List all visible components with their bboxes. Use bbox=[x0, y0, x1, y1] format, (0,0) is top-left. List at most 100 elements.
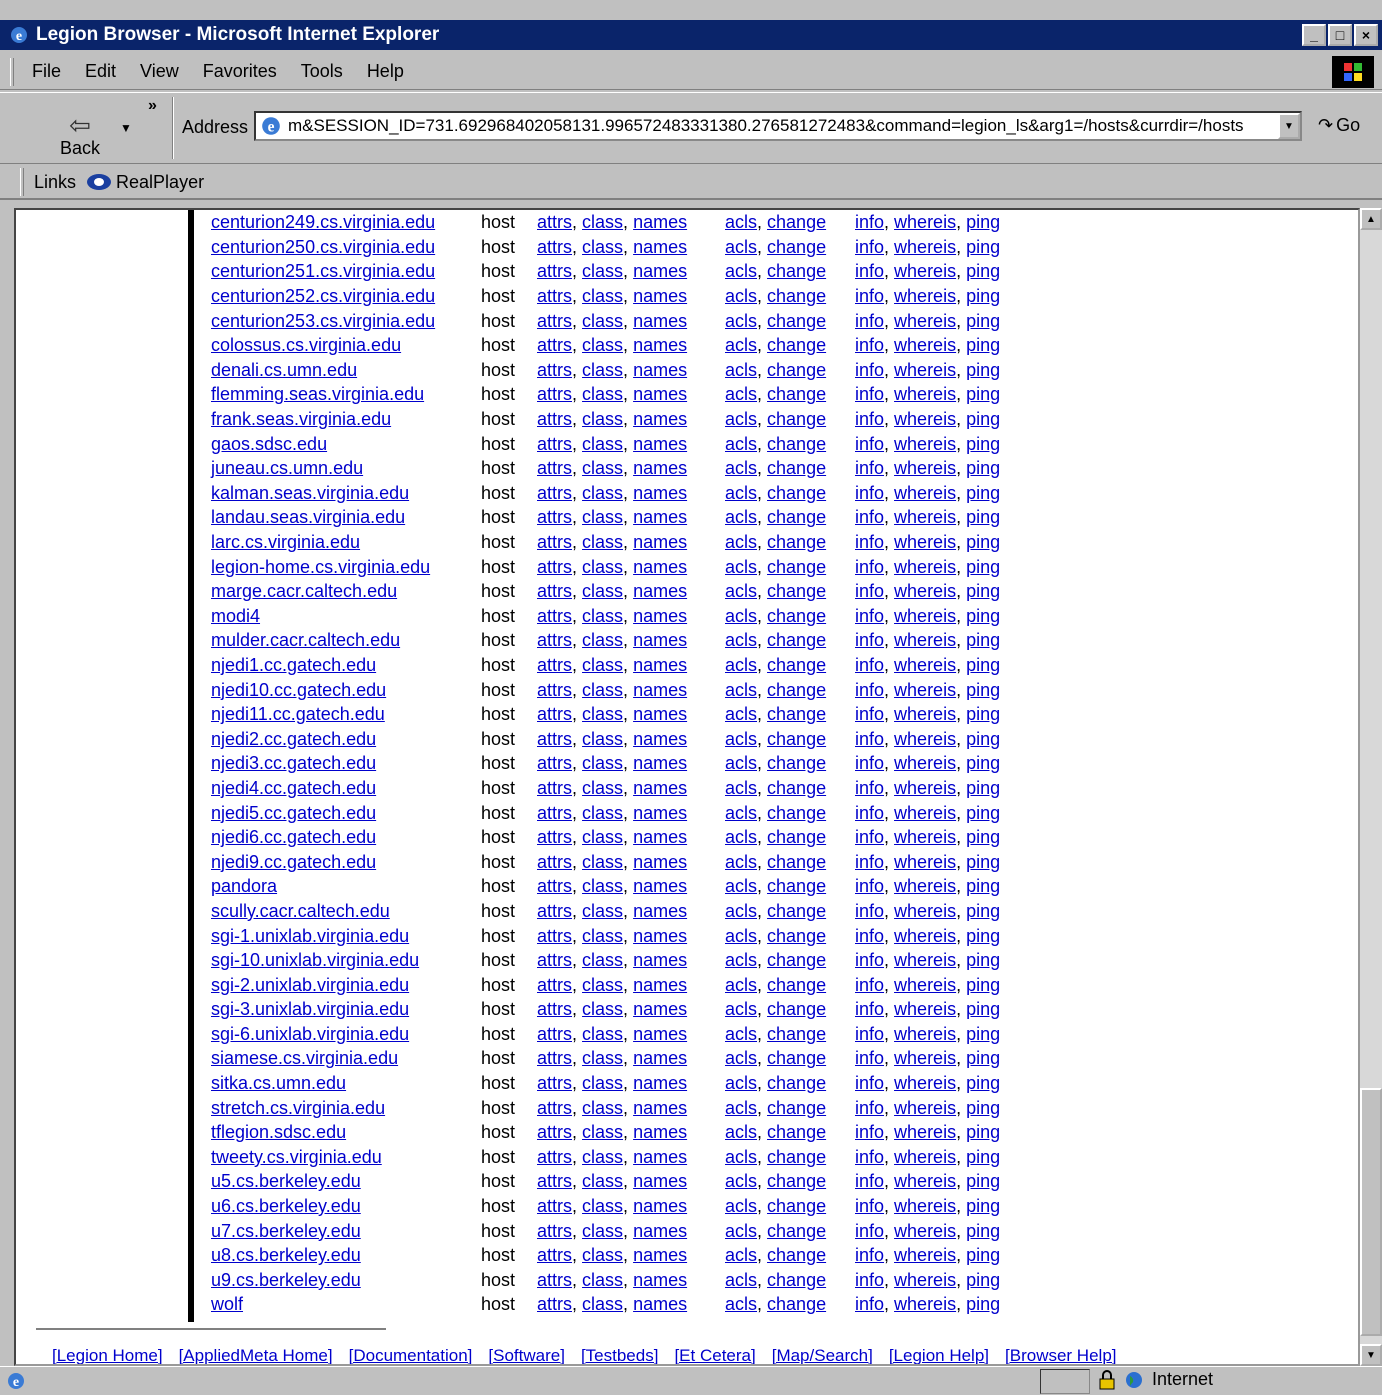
class-link[interactable]: class bbox=[582, 286, 623, 306]
ping-link[interactable]: ping bbox=[966, 803, 1000, 823]
whereis-link[interactable]: whereis bbox=[894, 1294, 956, 1314]
class-link[interactable]: class bbox=[582, 409, 623, 429]
host-link[interactable]: wolf bbox=[211, 1294, 243, 1314]
whereis-link[interactable]: whereis bbox=[894, 507, 956, 527]
host-link[interactable]: centurion249.cs.virginia.edu bbox=[211, 212, 435, 232]
ping-link[interactable]: ping bbox=[966, 311, 1000, 331]
attrs-link[interactable]: attrs bbox=[537, 483, 572, 503]
class-link[interactable]: class bbox=[582, 852, 623, 872]
whereis-link[interactable]: whereis bbox=[894, 409, 956, 429]
info-link[interactable]: info bbox=[855, 778, 884, 798]
whereis-link[interactable]: whereis bbox=[894, 753, 956, 773]
whereis-link[interactable]: whereis bbox=[894, 827, 956, 847]
host-link[interactable]: njedi5.cc.gatech.edu bbox=[211, 803, 376, 823]
go-button[interactable]: ↷ Go bbox=[1318, 115, 1360, 136]
ping-link[interactable]: ping bbox=[966, 876, 1000, 896]
host-link[interactable]: sgi-2.unixlab.virginia.edu bbox=[211, 975, 409, 995]
names-link[interactable]: names bbox=[633, 901, 687, 921]
whereis-link[interactable]: whereis bbox=[894, 876, 956, 896]
names-link[interactable]: names bbox=[633, 335, 687, 355]
names-link[interactable]: names bbox=[633, 704, 687, 724]
attrs-link[interactable]: attrs bbox=[537, 1122, 572, 1142]
class-link[interactable]: class bbox=[582, 827, 623, 847]
info-link[interactable]: info bbox=[855, 827, 884, 847]
names-link[interactable]: names bbox=[633, 655, 687, 675]
ping-link[interactable]: ping bbox=[966, 384, 1000, 404]
change-link[interactable]: change bbox=[767, 458, 826, 478]
ping-link[interactable]: ping bbox=[966, 409, 1000, 429]
info-link[interactable]: info bbox=[855, 803, 884, 823]
info-link[interactable]: info bbox=[855, 581, 884, 601]
whereis-link[interactable]: whereis bbox=[894, 1098, 956, 1118]
attrs-link[interactable]: attrs bbox=[537, 1171, 572, 1191]
change-link[interactable]: change bbox=[767, 335, 826, 355]
acls-link[interactable]: acls bbox=[725, 1245, 757, 1265]
footer-legion-home-link[interactable]: [Legion Home] bbox=[52, 1346, 163, 1364]
info-link[interactable]: info bbox=[855, 483, 884, 503]
class-link[interactable]: class bbox=[582, 212, 623, 232]
names-link[interactable]: names bbox=[633, 483, 687, 503]
ping-link[interactable]: ping bbox=[966, 335, 1000, 355]
names-link[interactable]: names bbox=[633, 680, 687, 700]
info-link[interactable]: info bbox=[855, 360, 884, 380]
ping-link[interactable]: ping bbox=[966, 975, 1000, 995]
attrs-link[interactable]: attrs bbox=[537, 606, 572, 626]
host-link[interactable]: scully.cacr.caltech.edu bbox=[211, 901, 390, 921]
ping-link[interactable]: ping bbox=[966, 434, 1000, 454]
attrs-link[interactable]: attrs bbox=[537, 1294, 572, 1314]
acls-link[interactable]: acls bbox=[725, 655, 757, 675]
host-link[interactable]: njedi6.cc.gatech.edu bbox=[211, 827, 376, 847]
names-link[interactable]: names bbox=[633, 1294, 687, 1314]
info-link[interactable]: info bbox=[855, 1196, 884, 1216]
class-link[interactable]: class bbox=[582, 876, 623, 896]
whereis-link[interactable]: whereis bbox=[894, 926, 956, 946]
class-link[interactable]: class bbox=[582, 1294, 623, 1314]
attrs-link[interactable]: attrs bbox=[537, 1098, 572, 1118]
class-link[interactable]: class bbox=[582, 507, 623, 527]
ping-link[interactable]: ping bbox=[966, 1098, 1000, 1118]
names-link[interactable]: names bbox=[633, 729, 687, 749]
host-link[interactable]: legion-home.cs.virginia.edu bbox=[211, 557, 430, 577]
acls-link[interactable]: acls bbox=[725, 286, 757, 306]
acls-link[interactable]: acls bbox=[725, 999, 757, 1019]
address-dropdown-icon[interactable]: ▼ bbox=[1278, 113, 1300, 139]
names-link[interactable]: names bbox=[633, 852, 687, 872]
whereis-link[interactable]: whereis bbox=[894, 384, 956, 404]
info-link[interactable]: info bbox=[855, 876, 884, 896]
info-link[interactable]: info bbox=[855, 557, 884, 577]
host-link[interactable]: mulder.cacr.caltech.edu bbox=[211, 630, 400, 650]
info-link[interactable]: info bbox=[855, 1294, 884, 1314]
host-link[interactable]: landau.seas.virginia.edu bbox=[211, 507, 405, 527]
class-link[interactable]: class bbox=[582, 1147, 623, 1167]
whereis-link[interactable]: whereis bbox=[894, 237, 956, 257]
names-link[interactable]: names bbox=[633, 532, 687, 552]
info-link[interactable]: info bbox=[855, 606, 884, 626]
links-grip[interactable] bbox=[20, 168, 24, 196]
scroll-down-icon[interactable]: ▼ bbox=[1360, 1344, 1382, 1366]
ping-link[interactable]: ping bbox=[966, 1073, 1000, 1093]
maximize-button[interactable]: □ bbox=[1328, 24, 1352, 46]
attrs-link[interactable]: attrs bbox=[537, 1048, 572, 1068]
class-link[interactable]: class bbox=[582, 778, 623, 798]
attrs-link[interactable]: attrs bbox=[537, 286, 572, 306]
class-link[interactable]: class bbox=[582, 950, 623, 970]
ping-link[interactable]: ping bbox=[966, 704, 1000, 724]
change-link[interactable]: change bbox=[767, 1171, 826, 1191]
ping-link[interactable]: ping bbox=[966, 483, 1000, 503]
acls-link[interactable]: acls bbox=[725, 1098, 757, 1118]
names-link[interactable]: names bbox=[633, 261, 687, 281]
acls-link[interactable]: acls bbox=[725, 729, 757, 749]
menu-favorites[interactable]: Favorites bbox=[199, 59, 281, 84]
info-link[interactable]: info bbox=[855, 975, 884, 995]
ping-link[interactable]: ping bbox=[966, 753, 1000, 773]
info-link[interactable]: info bbox=[855, 458, 884, 478]
host-link[interactable]: flemming.seas.virginia.edu bbox=[211, 384, 424, 404]
info-link[interactable]: info bbox=[855, 1221, 884, 1241]
whereis-link[interactable]: whereis bbox=[894, 630, 956, 650]
ping-link[interactable]: ping bbox=[966, 1048, 1000, 1068]
host-link[interactable]: siamese.cs.virginia.edu bbox=[211, 1048, 398, 1068]
host-link[interactable]: njedi2.cc.gatech.edu bbox=[211, 729, 376, 749]
vertical-scrollbar[interactable]: ▲ ▼ bbox=[1360, 208, 1382, 1366]
class-link[interactable]: class bbox=[582, 606, 623, 626]
names-link[interactable]: names bbox=[633, 753, 687, 773]
